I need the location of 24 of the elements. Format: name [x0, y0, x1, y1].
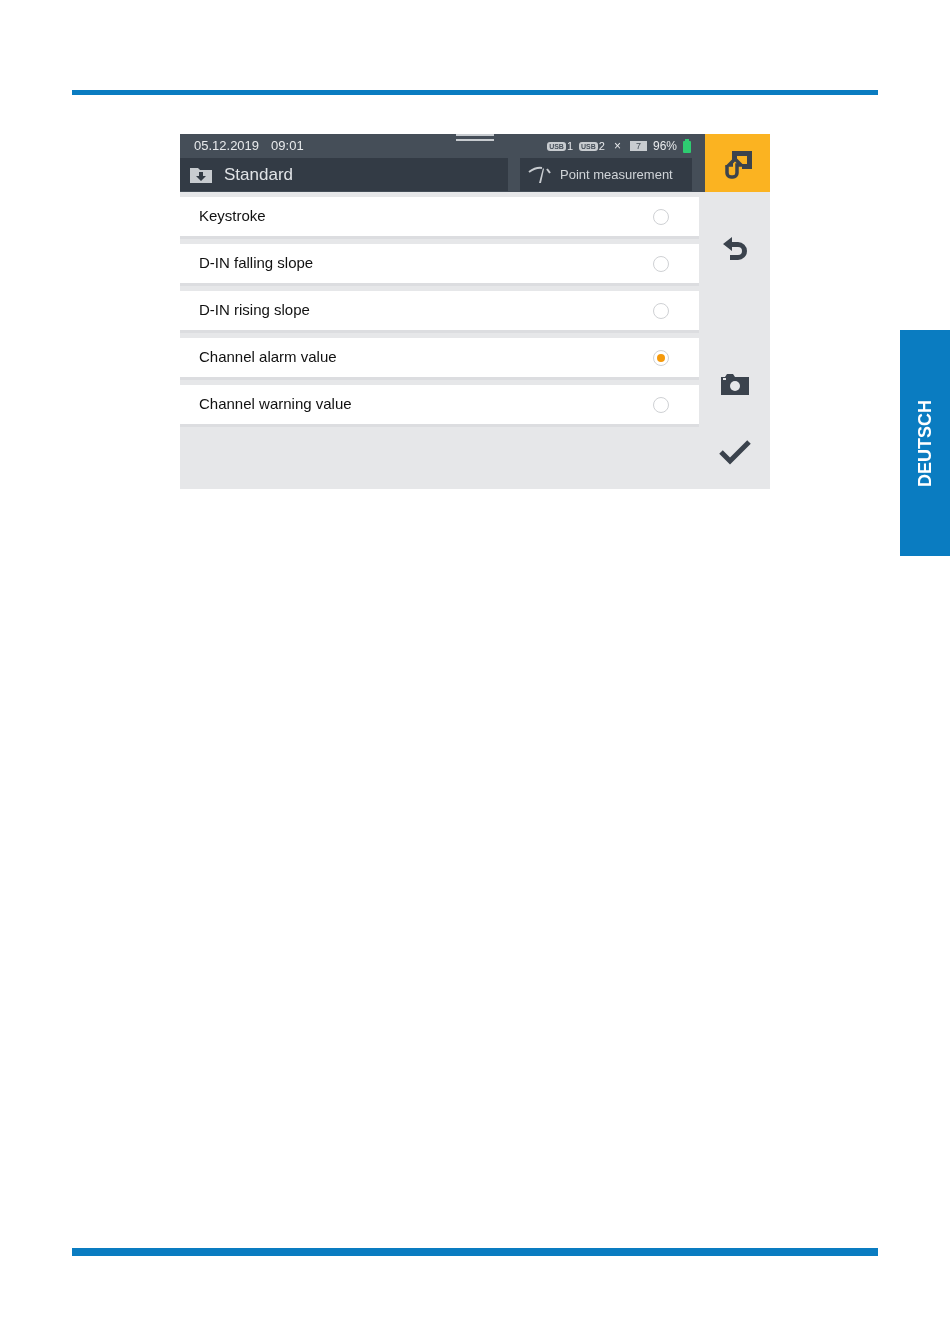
radio-button[interactable] [653, 302, 669, 319]
check-icon [718, 439, 751, 465]
option-row[interactable]: Keystroke [180, 197, 699, 239]
close-mark: × [613, 138, 621, 155]
radio-button[interactable] [653, 255, 669, 272]
battery-cell-indicator: 7 [629, 141, 647, 151]
exit-button[interactable] [705, 134, 770, 192]
profile-selector[interactable]: Standard [180, 158, 508, 191]
battery-icon [683, 139, 691, 153]
time-text: 09:01 [271, 137, 304, 156]
option-row[interactable]: D-IN rising slope [180, 291, 699, 333]
battery-percent: 96% [652, 138, 677, 155]
mode-selector[interactable]: Point measurement [520, 158, 692, 191]
option-row[interactable]: D-IN falling slope [180, 244, 699, 286]
drag-handle-icon [456, 134, 494, 141]
folder-icon [190, 166, 212, 183]
radio-button[interactable] [653, 208, 669, 225]
radio-button[interactable] [653, 349, 669, 366]
gauge-needle-icon [528, 165, 552, 184]
option-row[interactable]: Channel alarm value [180, 338, 699, 380]
radio-button[interactable] [653, 396, 669, 413]
option-row[interactable]: Channel warning value [180, 385, 699, 427]
date-text: 05.12.2019 [194, 137, 260, 156]
camera-icon [720, 373, 749, 395]
